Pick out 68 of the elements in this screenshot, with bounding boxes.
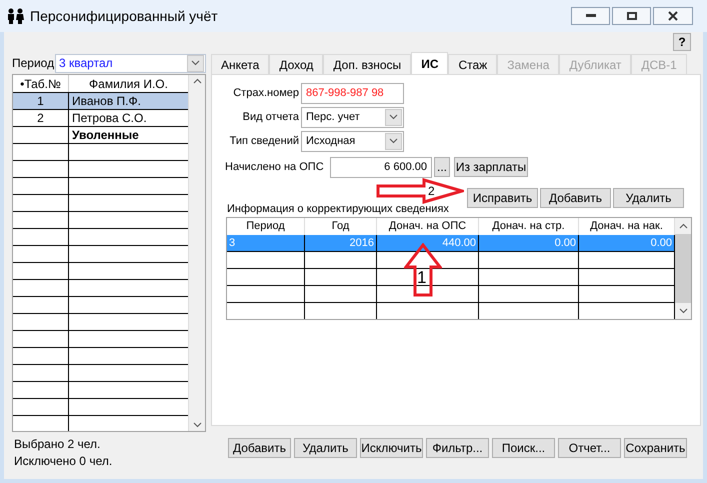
tab[interactable]: Стаж [448,54,498,74]
tab[interactable]: Доп. взносы [323,54,412,74]
footer-button[interactable]: Отчет... [558,438,621,458]
amount-field[interactable]: 6 600.00 [330,156,432,178]
tab[interactable]: Доход [269,54,324,74]
close-button[interactable] [653,7,693,25]
table-cell: 0.00 [479,235,579,251]
ellipsis-button[interactable]: ... [434,157,450,177]
people-icon [6,8,26,24]
status-text: Выбрано 2 чел. [14,436,102,453]
select-field[interactable]: Исходная [301,130,404,152]
field-label: Начислено на ОПС [224,160,325,175]
window-title: Персонифицированный учёт [30,6,218,26]
chevron-down-icon [678,308,688,314]
chevron-up-icon [678,223,688,229]
scrollbar[interactable] [675,218,691,319]
table-cell-text: Иванов П.Ф. [71,93,142,109]
from-salary-button[interactable]: Из зарплаты [454,157,528,177]
chevron-down-icon [191,60,200,66]
column-header: Фамилия И.О. [88,76,169,92]
employee-row[interactable]: 1 Иванов П.Ф. [13,93,188,110]
tab[interactable]: ИС [411,52,448,74]
table-cell: 440.00 [377,235,479,251]
footer-button[interactable]: Добавить [228,438,291,458]
dropdown-button[interactable] [187,54,204,72]
maximize-icon [626,12,636,20]
help-button[interactable]: ? [673,33,691,51]
employee-row[interactable]: Уволенные [13,127,188,144]
footer-button[interactable]: Поиск... [492,438,555,458]
table-cell: 1 [13,93,69,109]
dropdown-button[interactable] [385,132,402,150]
section-label: Информация о корректирующих сведениях [226,202,450,216]
annotation-number: 2 [428,185,435,197]
footer-button[interactable]: Фильтр... [426,438,489,458]
table-cell: 3 [227,235,305,251]
chevron-down-icon [389,114,398,120]
table-cell: 2 [13,110,69,126]
action-button[interactable]: Удалить [613,188,684,208]
table-cell: 2016 [305,235,377,251]
maximize-button[interactable] [612,7,651,25]
column-header: •Таб.№ [13,75,69,92]
field-label: Страх.номер [232,86,300,101]
arrow-up-drawing [404,243,442,297]
period-label: Период [12,55,55,72]
action-button[interactable]: Добавить [540,188,611,208]
dropdown-button[interactable] [385,108,402,126]
select-field[interactable]: Перс. учет [301,106,404,128]
annotation-number: 1 [417,269,426,286]
tab[interactable]: Анкета [211,54,270,74]
footer-button[interactable]: Сохранить [624,438,687,458]
employee-row[interactable]: 2 Петрова С.О. [13,110,188,127]
close-icon [668,11,678,21]
action-button[interactable]: Исправить [467,188,538,208]
status-text: Исключено 0 чел. [14,453,114,470]
table-cell-text: Уволенные [71,127,140,143]
input-field[interactable]: 867-998-987 98 [301,82,404,104]
period-dropdown[interactable]: 3 квартал [55,54,206,72]
table-cell-text: Петрова С.О. [71,110,148,126]
field-label: Вид отчета [242,110,300,125]
field-label: Тип сведений [228,134,300,149]
footer-button[interactable]: Исключить [360,438,423,458]
chevron-down-icon [389,138,398,144]
footer-button[interactable]: Удалить [294,438,357,458]
minimize-icon [586,14,596,18]
scrollbar[interactable] [188,75,205,431]
minimize-button[interactable] [571,7,610,25]
chevron-up-icon [192,78,202,84]
chevron-down-icon [192,422,202,428]
